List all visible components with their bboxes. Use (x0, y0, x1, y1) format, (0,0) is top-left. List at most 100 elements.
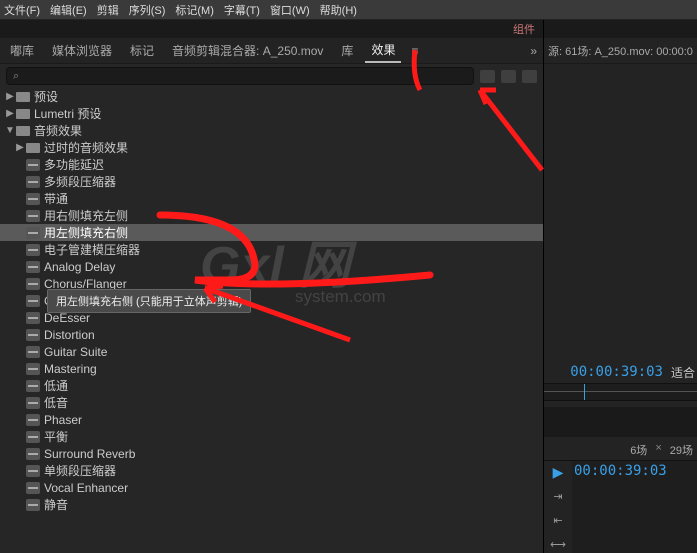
source-viewer[interactable] (544, 64, 697, 362)
panel-tab[interactable]: 媒体浏览器 (46, 39, 118, 62)
menu-item[interactable]: 序列(S) (129, 2, 166, 17)
tree-effect[interactable]: ▶Mastering (0, 360, 543, 377)
filter-icon-3[interactable] (522, 70, 537, 83)
effect-icon (26, 380, 40, 392)
workspace-tab-row: 组件 (0, 20, 543, 38)
source-ruler[interactable] (544, 383, 697, 401)
tree-effect[interactable]: ▶静音 (0, 496, 543, 513)
tree-label: 带通 (44, 190, 68, 207)
tree-label: 多频段压缩器 (44, 173, 116, 190)
caret-icon[interactable]: ▶ (14, 142, 26, 153)
caret-icon[interactable]: ▶ (4, 91, 16, 102)
effect-icon (26, 346, 40, 358)
caret-icon[interactable]: ▼ (4, 125, 16, 136)
tree-effect[interactable]: ▶用右侧填充左侧 (0, 207, 543, 224)
panel-menu-icon[interactable]: ≡ (411, 44, 418, 58)
source-timecode[interactable]: 00:00:39:03 (570, 364, 663, 380)
tree-effect[interactable]: ▶电子管建模压缩器 (0, 241, 543, 258)
search-input[interactable]: ⌕ (6, 67, 474, 85)
effect-icon (26, 176, 40, 188)
tree-label: 用左侧填充右侧 (44, 224, 128, 241)
tree-folder[interactable]: ▼ 音频效果 (0, 122, 543, 139)
effect-icon (26, 499, 40, 511)
search-row: ⌕ (0, 64, 543, 88)
menu-item[interactable]: 编辑(E) (50, 2, 87, 17)
snap-icon[interactable]: ⟷ (549, 537, 567, 553)
effect-icon (26, 312, 40, 324)
effects-tree[interactable]: ▶预设▶Lumetri 预设▼音频效果▶过时的音频效果▶多功能延迟▶多频段压缩器… (0, 88, 543, 553)
menu-item[interactable]: 窗口(W) (270, 2, 310, 17)
timeline-controls: ▶ ⇥ ⇤ ⟷ (544, 461, 572, 553)
menu-item[interactable]: 字幕(T) (224, 2, 260, 17)
tree-effect[interactable]: ▶Guitar Suite (0, 343, 543, 360)
tree-label: Mastering (44, 362, 97, 376)
effect-icon (26, 363, 40, 375)
effect-icon (26, 465, 40, 477)
insert-icon[interactable]: ⇥ (549, 489, 567, 505)
menu-bar[interactable]: 文件(F) 编辑(E) 剪辑序列(S) 标记(M) 字幕(T) 窗口(W) 帮助(H) (0, 0, 697, 20)
tree-label: Analog Delay (44, 260, 115, 274)
tree-label: 低通 (44, 377, 68, 394)
filter-icon-1[interactable] (480, 70, 495, 83)
tree-effect[interactable]: ▶Phaser (0, 411, 543, 428)
timeline-tabs: 6场 × 29场 (544, 437, 697, 461)
tree-effect[interactable]: ▶Surround Reverb (0, 445, 543, 462)
tree-effect[interactable]: ▶多频段压缩器 (0, 173, 543, 190)
play-icon[interactable]: ▶ (549, 465, 567, 481)
close-icon[interactable]: × (655, 442, 661, 455)
timeline-body: ▶ ⇥ ⇤ ⟷ 00:00:39:03 (544, 461, 697, 553)
main-area: 组件 嘟库媒体浏览器标记音频剪辑混合器: A_250.mov 库效果 ≡ » ⌕ ▶ 预… (0, 20, 697, 553)
tree-label: Vocal Enhancer (44, 481, 128, 495)
panel-collapse-icon[interactable]: » (530, 44, 537, 58)
search-icon: ⌕ (13, 70, 19, 83)
effect-icon (26, 329, 40, 341)
effect-icon (26, 414, 40, 426)
tree-label: 音频效果 (34, 122, 82, 139)
menu-item[interactable]: 帮助(H) (320, 2, 357, 17)
tree-effect[interactable]: ▶低通 (0, 377, 543, 394)
tree-folder[interactable]: ▶Lumetri 预设 (0, 105, 543, 122)
effect-icon (26, 159, 40, 171)
panel-tab[interactable]: 音频剪辑混合器: A_250.mov (166, 39, 329, 62)
tree-folder[interactable]: ▶过时的音频效果 (0, 139, 543, 156)
playhead-icon[interactable] (584, 384, 585, 400)
filter-icon-2[interactable] (501, 70, 516, 83)
tree-folder[interactable]: ▶ 预设 (0, 88, 543, 105)
panel-tab[interactable]: 效果 (365, 38, 401, 63)
menu-item[interactable]: 标记(M) (175, 2, 214, 17)
effect-icon (26, 295, 40, 307)
effect-icon (26, 210, 40, 222)
tree-effect[interactable]: ▶Distortion (0, 326, 543, 343)
timeline-timecode[interactable]: 00:00:39:03 (574, 463, 695, 479)
tree-label: 预设 (34, 88, 58, 105)
tree-label: Guitar Suite (44, 345, 107, 359)
menu-item[interactable]: 剪辑 (97, 2, 119, 17)
timeline-tab-1[interactable]: 6场 (630, 442, 647, 455)
source-tab[interactable]: 源: 61场: A_250.mov: 00:00:0 (544, 38, 697, 64)
panel-tab[interactable]: 库 (335, 39, 359, 62)
tree-effect[interactable]: ▶单频段压缩器 (0, 462, 543, 479)
caret-icon[interactable]: ▶ (4, 108, 16, 119)
tree-effect[interactable]: ▶Vocal Enhancer (0, 479, 543, 496)
tree-effect[interactable]: ▶用左侧填充右侧 (0, 224, 543, 241)
overwrite-icon[interactable]: ⇤ (549, 513, 567, 529)
timeline-tab-2[interactable]: 29场 (670, 442, 693, 455)
panel-tab[interactable]: 标记 (124, 39, 160, 62)
fit-button[interactable]: 适合 (671, 364, 695, 381)
tooltip: 用左侧填充右侧 (只能用于立体声剪辑) (47, 289, 251, 313)
tree-effect[interactable]: ▶带通 (0, 190, 543, 207)
tree-effect[interactable]: ▶平衡 (0, 428, 543, 445)
effect-icon (26, 278, 40, 290)
tree-label: Surround Reverb (44, 447, 135, 461)
timecode-row: 00:00:39:03 适合 (544, 362, 697, 384)
timeline-content[interactable]: 00:00:39:03 (572, 461, 697, 553)
source-panel: 源: 61场: A_250.mov: 00:00:0 00:00:39:03 适… (544, 20, 697, 553)
panel-tab[interactable]: 嘟库 (4, 39, 40, 62)
tree-effect[interactable]: ▶多功能延迟 (0, 156, 543, 173)
tree-effect[interactable]: ▶Analog Delay (0, 258, 543, 275)
tree-effect[interactable]: ▶低音 (0, 394, 543, 411)
menu-item[interactable]: 文件(F) (4, 2, 40, 17)
panel-divider[interactable] (544, 407, 697, 437)
workspace-tab[interactable]: 组件 (513, 21, 535, 37)
tree-label: Distortion (44, 328, 95, 342)
